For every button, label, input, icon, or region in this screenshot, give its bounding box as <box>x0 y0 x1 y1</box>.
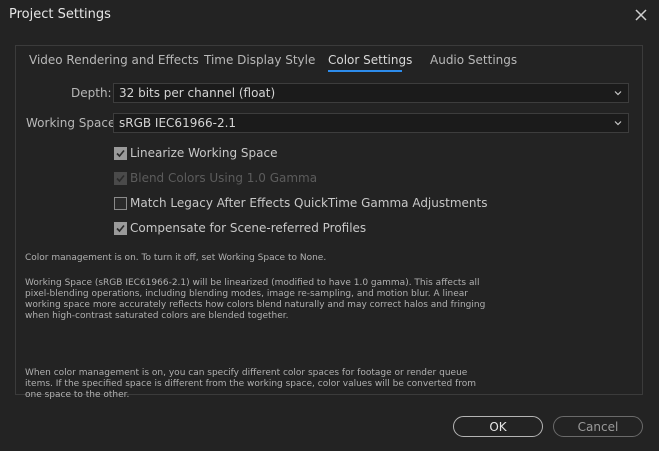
checkbox-box <box>114 147 127 160</box>
checkbox-label: Blend Colors Using 1.0 Gamma <box>130 171 318 185</box>
settings-panel: Video Rendering and Effects Time Display… <box>15 45 643 400</box>
depth-value: 32 bits per channel (float) <box>119 86 276 100</box>
window-title: Project Settings <box>9 7 111 22</box>
checkbox-box <box>114 197 127 210</box>
working-space-label: Working Space: <box>26 116 120 130</box>
checkbox-label: Compensate for Scene-referred Profiles <box>130 221 367 235</box>
chevron-down-icon <box>614 121 622 126</box>
checkbox-label: Linearize Working Space <box>130 146 278 160</box>
close-icon <box>635 9 647 21</box>
active-tab-indicator <box>328 70 402 72</box>
tab-color-settings[interactable]: Color Settings <box>328 53 412 67</box>
checkmark-icon <box>116 174 125 183</box>
close-button[interactable] <box>631 5 651 25</box>
color-management-note: Color management is on. To turn it off, … <box>25 253 327 263</box>
cancel-button[interactable]: Cancel <box>553 416 643 437</box>
working-space-value: sRGB IEC61966-2.1 <box>119 116 237 130</box>
cancel-button-label: Cancel <box>577 420 619 434</box>
title-bar: Project Settings <box>0 0 659 30</box>
color-spaces-note: When color management is on, you can spe… <box>25 368 477 400</box>
checkmark-icon <box>116 224 125 233</box>
tab-video-rendering-and-effects[interactable]: Video Rendering and Effects <box>29 53 199 67</box>
checkbox-label: Match Legacy After Effects QuickTime Gam… <box>130 196 488 210</box>
ok-button-label: OK <box>489 420 507 434</box>
depth-label: Depth: <box>71 86 112 100</box>
tab-time-display-style[interactable]: Time Display Style <box>204 53 315 67</box>
tab-audio-settings[interactable]: Audio Settings <box>430 53 517 67</box>
tab-bar: Video Rendering and Effects Time Display… <box>16 46 642 76</box>
working-space-select[interactable]: sRGB IEC61966-2.1 <box>113 113 629 133</box>
checkbox-box <box>114 222 127 235</box>
ok-button[interactable]: OK <box>453 416 543 437</box>
chevron-down-icon <box>614 91 622 96</box>
linearization-note: Working Space (sRGB IEC61966-2.1) will b… <box>25 278 486 321</box>
checkbox-box <box>114 172 127 185</box>
depth-select[interactable]: 32 bits per channel (float) <box>113 83 629 103</box>
checkmark-icon <box>116 149 125 158</box>
